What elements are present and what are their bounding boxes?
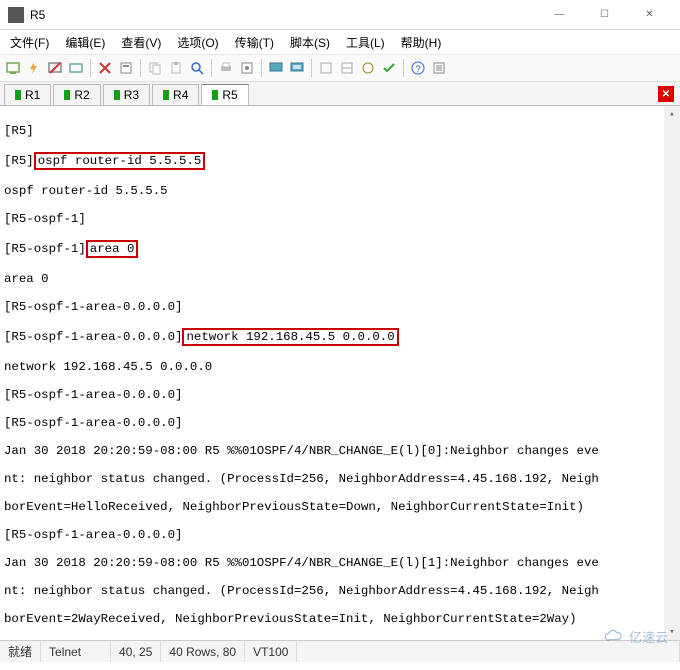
- term-line: [R5]ospf router-id 5.5.5.5: [4, 152, 672, 170]
- status-dot-icon: [114, 90, 120, 100]
- tab-label: R5: [222, 88, 237, 102]
- tab-r5[interactable]: R5: [201, 84, 248, 105]
- screen-icon[interactable]: [267, 59, 285, 77]
- settings-icon[interactable]: [117, 59, 135, 77]
- copy-icon[interactable]: [146, 59, 164, 77]
- tab-close-button[interactable]: ✕: [658, 86, 674, 102]
- menu-options[interactable]: 选项(O): [173, 32, 222, 53]
- help-icon[interactable]: ?: [409, 59, 427, 77]
- status-protocol: Telnet: [41, 641, 111, 662]
- tab-r2[interactable]: R2: [53, 84, 100, 105]
- term-line: borEvent=HelloReceived, NeighborPrevious…: [4, 500, 672, 514]
- quick-connect-icon[interactable]: [25, 59, 43, 77]
- menu-edit[interactable]: 编辑(E): [61, 32, 109, 53]
- term-line: ospf router-id 5.5.5.5: [4, 184, 672, 198]
- toolbar-sep: [311, 59, 312, 77]
- paste-icon[interactable]: [167, 59, 185, 77]
- status-bar: 就绪 Telnet 40, 25 40 Rows, 80 VT100: [0, 640, 680, 662]
- scrollbar-track[interactable]: [664, 106, 680, 640]
- menu-view[interactable]: 查看(V): [117, 32, 165, 53]
- menu-help[interactable]: 帮助(H): [397, 32, 446, 53]
- tab-label: R2: [74, 88, 89, 102]
- connect-icon[interactable]: [4, 59, 22, 77]
- toolbar: ?: [0, 54, 680, 82]
- term-line: [R5-ospf-1-area-0.0.0.0]network 192.168.…: [4, 328, 672, 346]
- tool2-icon[interactable]: [338, 59, 356, 77]
- status-ready: 就绪: [0, 641, 41, 662]
- status-dot-icon: [212, 90, 218, 100]
- tool3-icon[interactable]: [359, 59, 377, 77]
- term-line: area 0: [4, 272, 672, 286]
- toolbar-sep: [90, 59, 91, 77]
- window-title: R5: [30, 8, 45, 22]
- status-cursor-pos: 40, 25: [111, 641, 161, 662]
- svg-text:?: ?: [415, 64, 420, 74]
- tab-label: R1: [25, 88, 40, 102]
- screen-alt-icon[interactable]: [288, 59, 306, 77]
- highlight-network-192: network 192.168.45.5 0.0.0.0: [182, 328, 398, 346]
- term-line: Jan 30 2018 20:20:59-08:00 R5 %%01OSPF/4…: [4, 444, 672, 458]
- term-line: nt: neighbor status changed. (ProcessId=…: [4, 472, 672, 486]
- tab-r4[interactable]: R4: [152, 84, 199, 105]
- menu-script[interactable]: 脚本(S): [286, 32, 334, 53]
- term-line: [R5]: [4, 124, 672, 138]
- status-dot-icon: [163, 90, 169, 100]
- find-icon[interactable]: [188, 59, 206, 77]
- abort-icon[interactable]: [96, 59, 114, 77]
- term-line: nt: neighbor status changed. (ProcessId=…: [4, 584, 672, 598]
- term-line: [R5-ospf-1-area-0.0.0.0]: [4, 416, 672, 430]
- menu-tools[interactable]: 工具(L): [342, 32, 389, 53]
- term-line: [R5-ospf-1]: [4, 212, 672, 226]
- options-icon[interactable]: [238, 59, 256, 77]
- tab-r1[interactable]: R1: [4, 84, 51, 105]
- disconnect-icon[interactable]: [46, 59, 64, 77]
- term-line: [R5-ospf-1-area-0.0.0.0]: [4, 300, 672, 314]
- status-dot-icon: [15, 90, 21, 100]
- toolbar-sep: [261, 59, 262, 77]
- reconnect-icon[interactable]: [67, 59, 85, 77]
- toolbar-sep: [140, 59, 141, 77]
- app-icon: [8, 7, 24, 23]
- tab-r3[interactable]: R3: [103, 84, 150, 105]
- tool4-icon[interactable]: [380, 59, 398, 77]
- status-spacer: [297, 641, 680, 662]
- term-line: [R5-ospf-1]area 0: [4, 240, 672, 258]
- terminal-output[interactable]: [R5] [R5]ospf router-id 5.5.5.5 ospf rou…: [0, 106, 680, 640]
- highlight-ospf-router-id: ospf router-id 5.5.5.5: [34, 152, 206, 170]
- maximize-button[interactable]: ☐: [582, 1, 627, 29]
- term-line: network 192.168.45.5 0.0.0.0: [4, 360, 672, 374]
- tool1-icon[interactable]: [317, 59, 335, 77]
- term-line: [R5-ospf-1-area-0.0.0.0]: [4, 528, 672, 542]
- status-size: 40 Rows, 80: [161, 641, 245, 662]
- scroll-down-button[interactable]: ▾: [664, 624, 680, 640]
- status-term-type: VT100: [245, 641, 297, 662]
- tab-label: R4: [173, 88, 188, 102]
- close-button[interactable]: ✕: [627, 1, 672, 29]
- menu-file[interactable]: 文件(F): [6, 32, 53, 53]
- highlight-area-0: area 0: [86, 240, 139, 258]
- tab-label: R3: [124, 88, 139, 102]
- status-dot-icon: [64, 90, 70, 100]
- toolbar-sep: [403, 59, 404, 77]
- scroll-up-button[interactable]: ▴: [664, 106, 680, 122]
- menu-bar: 文件(F) 编辑(E) 查看(V) 选项(O) 传输(T) 脚本(S) 工具(L…: [0, 30, 680, 54]
- title-bar: R5 — ☐ ✕: [0, 0, 680, 30]
- toolbar-sep: [211, 59, 212, 77]
- term-line: borEvent=2WayReceived, NeighborPreviousS…: [4, 612, 672, 626]
- list-icon[interactable]: [430, 59, 448, 77]
- tab-bar: R1 R2 R3 R4 R5 ✕: [0, 82, 680, 106]
- term-line: Jan 30 2018 20:20:59-08:00 R5 %%01OSPF/4…: [4, 556, 672, 570]
- print-icon[interactable]: [217, 59, 235, 77]
- minimize-button[interactable]: —: [537, 1, 582, 29]
- term-line: [R5-ospf-1-area-0.0.0.0]: [4, 388, 672, 402]
- menu-transfer[interactable]: 传输(T): [231, 32, 278, 53]
